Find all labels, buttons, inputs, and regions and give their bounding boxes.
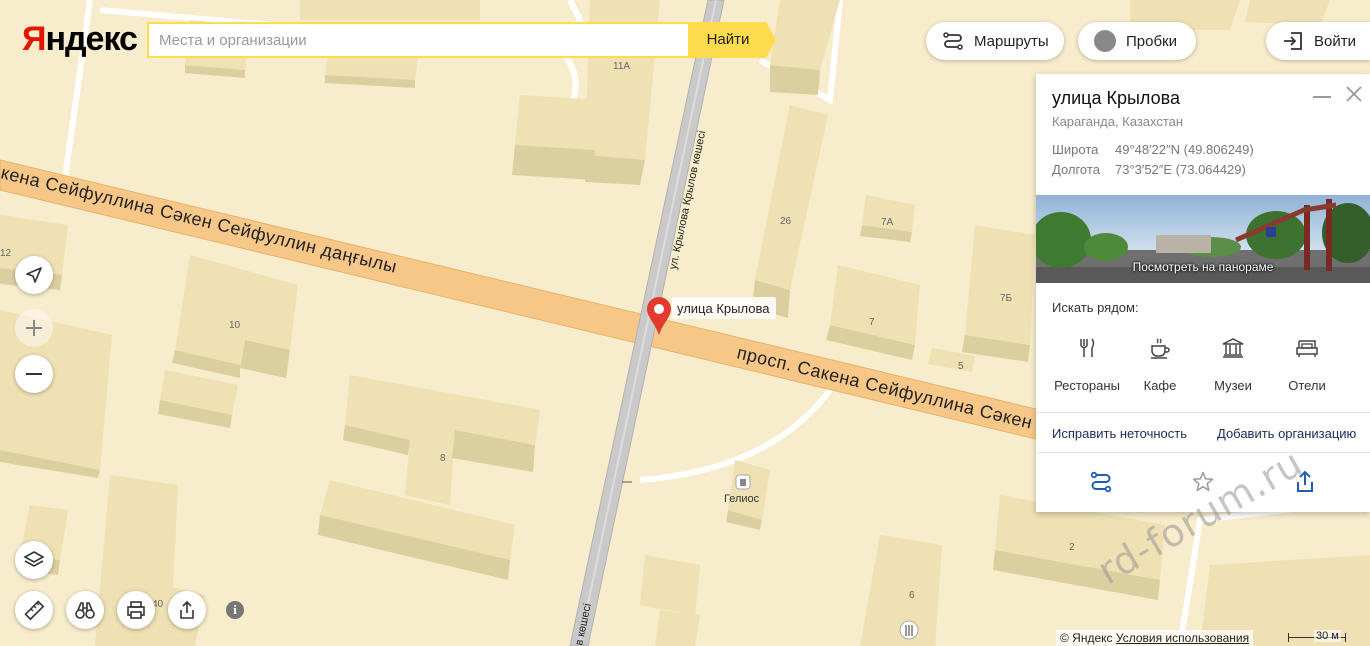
share-icon [180, 600, 194, 619]
share-map-button[interactable] [168, 591, 206, 629]
house-number: 7А [881, 217, 894, 228]
longitude-value: 73°3′52″E (73.064429) [1115, 162, 1246, 177]
house-number: 8 [440, 453, 446, 464]
zoom-out-button[interactable] [15, 355, 53, 393]
minus-icon [26, 373, 42, 375]
logo-first-letter: Я [22, 20, 46, 58]
layers-icon [23, 551, 45, 567]
ruler-icon [24, 600, 45, 621]
museum-icon [1198, 332, 1268, 364]
panorama-link[interactable]: Посмотреть на панораме [1036, 260, 1370, 274]
latitude-label: Широта [1052, 142, 1099, 157]
close-icon[interactable] [1344, 84, 1364, 104]
copyright: © Яндекс Условия использования [1056, 630, 1254, 646]
zoom-in-button[interactable] [15, 309, 53, 347]
longitude-label: Долгота [1052, 162, 1100, 177]
nearby-cafes[interactable]: Кафе [1125, 332, 1195, 393]
house-number: 2 [1069, 542, 1075, 553]
fix-inaccuracy-link[interactable]: Исправить неточность [1052, 426, 1187, 441]
nearby-museums[interactable]: Музеи [1198, 332, 1268, 393]
search-box[interactable] [147, 22, 690, 58]
yandex-logo[interactable]: Яндекс [22, 20, 138, 59]
plus-icon [26, 320, 42, 336]
login-label: Войти [1314, 32, 1356, 50]
find-button[interactable]: Найти [690, 22, 776, 58]
panorama-button[interactable] [66, 591, 104, 629]
bed-icon [1272, 332, 1342, 364]
coffee-cup-icon [1125, 332, 1195, 364]
copyright-text: © Яндекс [1060, 631, 1113, 645]
house-number: 12 [0, 248, 12, 259]
category-label: Отели [1288, 378, 1326, 393]
category-label: Рестораны [1054, 378, 1120, 393]
category-label: Музеи [1214, 378, 1252, 393]
traffic-icon [1092, 28, 1118, 54]
card-subtitle: Караганда, Казахстан [1052, 114, 1184, 129]
nearby-title: Искать рядом: [1052, 300, 1139, 315]
scale-label: 30 м [1314, 630, 1341, 642]
login-icon [1280, 28, 1306, 54]
info-icon[interactable]: i [226, 601, 244, 619]
restaurant-poi[interactable] [899, 620, 919, 640]
search-input[interactable] [149, 24, 688, 56]
house-number: 11А [613, 61, 630, 72]
divider [1036, 412, 1370, 413]
minimize-icon[interactable] [1313, 96, 1331, 98]
place-card: улица Крылова Караганда, Казахстан Широт… [1036, 74, 1370, 512]
nearby-hotels[interactable]: Отели [1272, 332, 1342, 393]
layers-button[interactable] [15, 541, 53, 579]
logo-rest: ндекс [45, 20, 138, 58]
category-label: Кафе [1143, 378, 1177, 393]
arrow-location-icon [26, 267, 42, 283]
house-number: 26 [780, 216, 792, 227]
ruler-button[interactable] [15, 591, 53, 629]
terms-link[interactable]: Условия использования [1116, 631, 1249, 645]
longitude-row: Долгота 73°3′52″E (73.064429) [1052, 162, 1246, 177]
latitude-row: Широта 49°48′22″N (49.806249) [1052, 142, 1254, 157]
routes-button[interactable]: Маршруты [926, 22, 1064, 60]
route-here-button[interactable] [1087, 468, 1115, 496]
house-number: 10 [229, 320, 241, 331]
print-button[interactable] [117, 591, 155, 629]
add-organization-link[interactable]: Добавить организацию [1217, 426, 1356, 441]
house-number: 7Б [1000, 293, 1013, 304]
house-number: 6 [909, 590, 915, 601]
panorama-preview[interactable]: Посмотреть на панораме [1036, 195, 1370, 283]
login-button[interactable]: Войти [1266, 22, 1370, 60]
house-number: 7 [869, 317, 875, 328]
binoculars-icon [75, 602, 95, 619]
nearby-restaurants[interactable]: Рестораны [1052, 332, 1122, 393]
traffic-button[interactable]: Пробки [1078, 22, 1196, 60]
house-number: 5 [958, 361, 964, 372]
routes-label: Маршруты [974, 32, 1049, 50]
gas-station-label: Гелиос [724, 493, 760, 505]
card-title: улица Крылова [1052, 88, 1181, 108]
route-icon [1090, 471, 1112, 493]
route-icon [940, 28, 966, 54]
geolocation-button[interactable] [15, 256, 53, 294]
divider [1036, 452, 1370, 453]
marker-label: улица Крылова [677, 301, 770, 316]
fork-knife-icon [1052, 332, 1122, 364]
traffic-label: Пробки [1126, 32, 1177, 50]
printer-icon [127, 601, 145, 619]
latitude-value: 49°48′22″N (49.806249) [1115, 142, 1254, 157]
